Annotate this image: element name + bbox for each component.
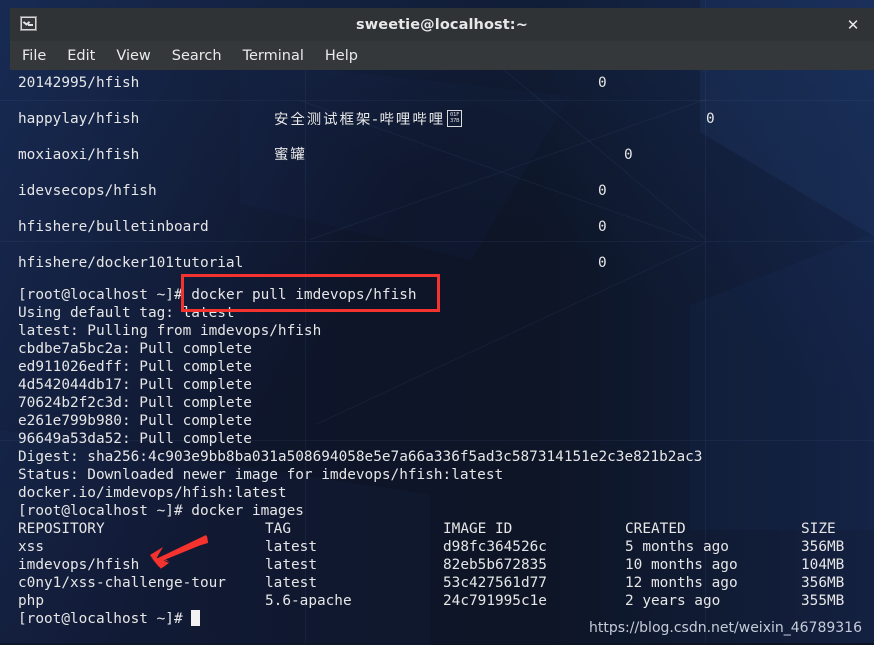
cell-image-id: 82eb5b672835 xyxy=(443,556,547,574)
cell-repository: php xyxy=(18,592,44,610)
terminal-icon xyxy=(20,16,37,31)
search-result-description: 安全测试框架-哔哩哔哩01F37B xyxy=(274,110,462,129)
cell-tag: latest xyxy=(265,556,317,574)
search-result-row: hfishere/bulletinboard 0 xyxy=(18,218,874,254)
command-separator xyxy=(183,503,192,519)
table-row: xss latest d98fc364526c 5 months ago 356… xyxy=(18,538,874,556)
search-result-row: 20142995/hfish 0 xyxy=(18,74,874,110)
menu-item-terminal[interactable]: Terminal xyxy=(243,48,304,64)
search-result-name: 20142995/hfish xyxy=(18,74,139,92)
menu-item-file[interactable]: File xyxy=(22,48,46,64)
cell-repository: imdevops/hfish xyxy=(18,556,139,574)
search-result-stars: 0 xyxy=(598,218,607,236)
terminal-window: sweetie@localhost:~ ✕ File Edit View Sea… xyxy=(0,0,874,643)
command-text: docker pull imdevops/hfish xyxy=(191,287,416,303)
search-result-description: 蜜罐 xyxy=(274,146,307,164)
cell-size: 356MB xyxy=(801,538,844,556)
title-bar[interactable]: sweetie@localhost:~ ✕ xyxy=(10,8,874,41)
search-result-stars: 0 xyxy=(598,74,607,92)
command-line-pull: [root@localhost ~]# docker pull imdevops… xyxy=(18,286,874,304)
table-row: imdevops/hfish latest 82eb5b672835 10 mo… xyxy=(18,556,874,574)
output-default-tag: Using default tag: latest xyxy=(18,304,874,322)
menu-item-help[interactable]: Help xyxy=(325,48,358,64)
shell-prompt: [root@localhost ~]# xyxy=(18,503,183,519)
search-result-stars: 0 xyxy=(624,146,633,164)
terminal-output[interactable]: 20142995/hfish 0 happylay/hfish 安全测试框架-哔… xyxy=(10,70,874,635)
search-result-name: hfishere/docker101tutorial xyxy=(18,254,243,272)
column-header-created: CREATED xyxy=(625,520,686,538)
column-header-tag: TAG xyxy=(265,520,291,538)
output-layer: ed911026edff: Pull complete xyxy=(18,358,874,376)
cell-size: 356MB xyxy=(801,574,844,592)
command-line-images: [root@localhost ~]# docker images xyxy=(18,502,874,520)
cell-image-id: 53c427561d77 xyxy=(443,574,547,592)
output-layer: cbdbe7a5bc2a: Pull complete xyxy=(18,340,874,358)
column-header-repository: REPOSITORY xyxy=(18,520,105,538)
output-status: Status: Downloaded newer image for imdev… xyxy=(18,466,874,484)
cell-image-id: d98fc364526c xyxy=(443,538,547,556)
cell-repository: xss xyxy=(18,538,44,556)
command-separator xyxy=(183,287,192,303)
search-result-row: hfishere/docker101tutorial 0 xyxy=(18,254,874,286)
cell-repository: c0ny1/xss-challenge-tour xyxy=(18,574,226,592)
output-pulling-from: latest: Pulling from imdevops/hfish xyxy=(18,322,874,340)
search-result-row: idevsecops/hfish 0 xyxy=(18,182,874,218)
output-layer: 70624b2f2c3d: Pull complete xyxy=(18,394,874,412)
cell-size: 104MB xyxy=(801,556,844,574)
cell-size: 355MB xyxy=(801,592,844,610)
cell-tag: latest xyxy=(265,574,317,592)
window-title: sweetie@localhost:~ xyxy=(10,17,874,33)
menu-item-edit[interactable]: Edit xyxy=(67,48,95,64)
search-result-row: moxiaoxi/hfish 蜜罐 0 xyxy=(18,146,874,182)
output-layer: 96649a53da52: Pull complete xyxy=(18,430,874,448)
column-header-image-id: IMAGE ID xyxy=(443,520,512,538)
cell-created: 10 months ago xyxy=(625,556,738,574)
cell-created: 5 months ago xyxy=(625,538,729,556)
menu-item-view[interactable]: View xyxy=(116,48,150,64)
images-table-header: REPOSITORY TAG IMAGE ID CREATED SIZE xyxy=(18,520,874,538)
search-result-stars: 0 xyxy=(598,182,607,200)
output-layer: 4d542044db17: Pull complete xyxy=(18,376,874,394)
column-header-size: SIZE xyxy=(801,520,836,538)
cell-image-id: 24c791995c1e xyxy=(443,592,547,610)
output-registry-path: docker.io/imdevops/hfish:latest xyxy=(18,484,874,502)
table-row: c0ny1/xss-challenge-tour latest 53c42756… xyxy=(18,574,874,592)
table-row: php 5.6-apache 24c791995c1e 2 years ago … xyxy=(18,592,874,610)
watermark-text: https://blog.csdn.net/weixin_46789316 xyxy=(589,620,862,636)
cell-created: 2 years ago xyxy=(625,592,720,610)
command-text: docker images xyxy=(191,503,304,519)
search-result-stars: 0 xyxy=(706,110,715,128)
output-layer: e261e799b980: Pull complete xyxy=(18,412,874,430)
output-digest: Digest: sha256:4c903e9bb8ba031a508694058… xyxy=(18,448,874,466)
cell-tag: latest xyxy=(265,538,317,556)
search-result-name: idevsecops/hfish xyxy=(18,182,157,200)
search-result-name: moxiaoxi/hfish xyxy=(18,146,139,164)
menu-item-search[interactable]: Search xyxy=(172,48,222,64)
search-result-stars: 0 xyxy=(598,254,607,272)
text-cursor xyxy=(191,610,200,626)
menu-bar: File Edit View Search Terminal Help xyxy=(10,41,874,70)
missing-glyph-box: 01F37B xyxy=(447,110,462,127)
search-result-name: happylay/hfish xyxy=(18,110,139,128)
close-icon[interactable]: ✕ xyxy=(840,8,866,41)
cell-tag: 5.6-apache xyxy=(265,592,352,610)
cell-created: 12 months ago xyxy=(625,574,738,592)
search-result-name: hfishere/bulletinboard xyxy=(18,218,209,236)
search-result-row: happylay/hfish 安全测试框架-哔哩哔哩01F37B 0 xyxy=(18,110,874,146)
